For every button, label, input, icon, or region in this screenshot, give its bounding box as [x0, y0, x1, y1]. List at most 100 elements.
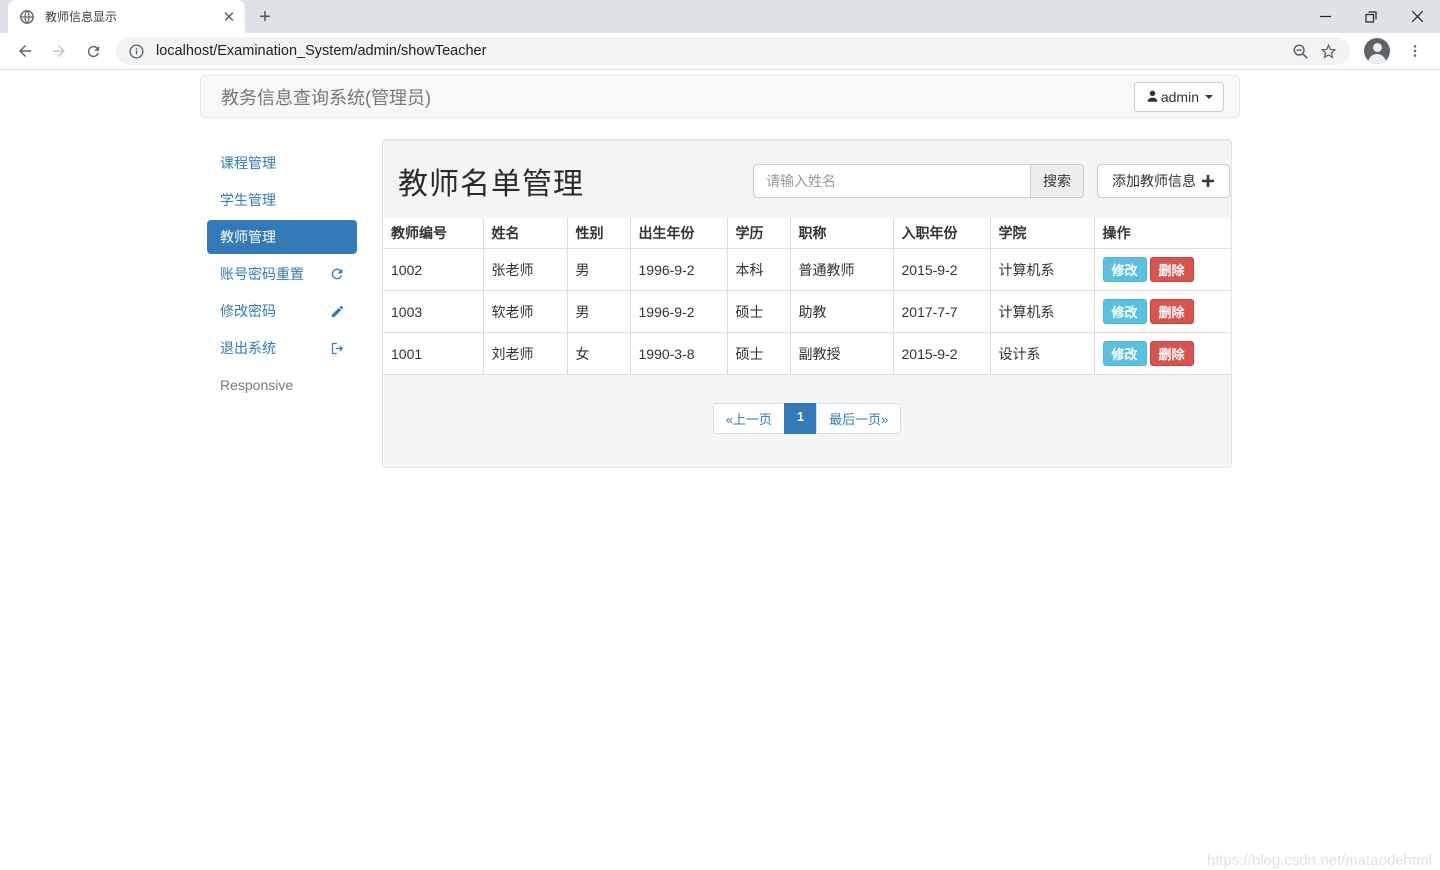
url-text[interactable]: localhost/Examination_System/admin/showT… [156, 43, 1292, 59]
browser-tab-bar: 教师信息显示 ✕ + [0, 0, 1440, 33]
top-navbar: 教务信息查询系统(管理员) admin [200, 75, 1240, 118]
pagination: «上一页 1 最后一页» [712, 403, 902, 434]
sidebar-item-teachers[interactable]: 教师管理 [207, 220, 357, 254]
forward-button[interactable] [45, 37, 73, 65]
table-cell: 男 [566, 248, 631, 291]
search-button[interactable]: 搜索 [1031, 164, 1084, 198]
table-cell: 张老师 [482, 248, 568, 291]
sidebar-item-label: 教师管理 [220, 229, 276, 245]
table-cell: 男 [566, 290, 631, 333]
window-close-button[interactable] [1394, 0, 1440, 33]
table-cell: 副教授 [789, 332, 894, 375]
table-cell: 1996-9-2 [629, 248, 728, 291]
caret-down-icon [1205, 94, 1213, 99]
back-button[interactable] [11, 37, 39, 65]
url-bar[interactable]: localhost/Examination_System/admin/showT… [116, 37, 1350, 65]
edit-button[interactable]: 修改 [1102, 299, 1147, 324]
column-header: 学历 [726, 218, 791, 249]
globe-favicon-icon [20, 9, 34, 24]
window-restore-button[interactable] [1348, 0, 1394, 33]
pencil-icon [330, 304, 345, 319]
table-row: 1002 张老师男 1996-9-2 本科 普通教师 2015-9-2 计算机系 修改 删除 [383, 248, 1231, 291]
teacher-table: 教师编号 姓名 性别 出生年份 学历 职称 入职年份 学院 操作 1002 张老师男 1996-9-… [383, 218, 1231, 375]
kebab-menu-icon [1413, 45, 1417, 57]
tab-title: 教师信息显示 [45, 10, 118, 24]
back-arrow-icon [19, 45, 31, 57]
close-icon [1411, 11, 1423, 22]
pagination-prev-button[interactable]: «上一页 [712, 403, 785, 434]
table-row: 1001 刘老师女 1990-3-8 硕士 副教授 2015-9-2 设计系 修改 删除 [383, 332, 1231, 375]
sidebar-nav: 课程管理学生管理教师管理账号密码重置 修改密码退出系统 Responsive [207, 139, 357, 468]
table-actions-cell: 修改 删除 [1093, 290, 1231, 333]
sign-out-icon [330, 341, 345, 356]
column-header: 操作 [1093, 218, 1231, 249]
page-title: 教师名单管理 [398, 168, 584, 201]
table-cell: 硕士 [726, 332, 791, 375]
reload-button[interactable] [79, 37, 107, 65]
table-cell: 普通教师 [789, 248, 894, 291]
pagination-last-button[interactable]: 最后一页» [816, 403, 902, 434]
table-row: 1003 软老师男 1996-9-2 硕士 助教 2017-7-7 计算机系 修改 删除 [383, 290, 1231, 333]
column-header: 学院 [989, 218, 1095, 249]
table-cell: 1003 [383, 290, 484, 333]
restore-icon [1365, 10, 1377, 23]
sidebar-item-courses[interactable]: 课程管理 [207, 146, 357, 180]
column-header: 职称 [789, 218, 894, 249]
sidebar-item-label: 账号密码重置 [220, 266, 304, 282]
page-info-icon[interactable] [129, 43, 144, 59]
table-cell: 2015-9-2 [892, 332, 991, 375]
zoom-out-icon[interactable] [1292, 43, 1309, 60]
edit-button[interactable]: 修改 [1102, 341, 1147, 366]
sidebar-item-students[interactable]: 学生管理 [207, 183, 357, 217]
table-cell: 设计系 [989, 332, 1095, 375]
sidebar-item-change-password[interactable]: 修改密码 [207, 294, 357, 328]
forward-arrow-icon [53, 45, 65, 57]
delete-button[interactable]: 删除 [1149, 257, 1194, 282]
browser-window: 教师信息显示 ✕ + localhost/Examination_System/… [0, 0, 1440, 70]
column-header: 入职年份 [892, 218, 991, 249]
column-header: 教师编号 [383, 218, 484, 249]
user-icon [1147, 90, 1158, 102]
window-minimize-button[interactable] [1302, 0, 1348, 33]
search-input[interactable] [753, 164, 1031, 198]
table-actions-cell: 修改 删除 [1093, 248, 1231, 291]
table-cell: 软老师 [482, 290, 568, 333]
table-cell: 计算机系 [989, 290, 1095, 333]
delete-button[interactable]: 删除 [1149, 299, 1194, 324]
table-header-row: 教师编号 姓名 性别 出生年份 学历 职称 入职年份 学院 操作 [383, 218, 1231, 249]
column-header: 性别 [566, 218, 631, 249]
edit-button[interactable]: 修改 [1102, 257, 1147, 282]
column-header: 出生年份 [629, 218, 728, 249]
sidebar-item-label: 修改密码 [220, 303, 276, 319]
add-teacher-label: 添加教师信息 [1112, 173, 1196, 189]
sidebar-item-label: 课程管理 [220, 155, 276, 171]
table-cell: 2017-7-7 [892, 290, 991, 333]
sidebar-item-reset-password[interactable]: 账号密码重置 [207, 257, 357, 291]
sidebar-item-logout[interactable]: 退出系统 [207, 331, 357, 365]
app-title: 教务信息查询系统(管理员) [221, 87, 431, 108]
plus-icon [1202, 175, 1214, 187]
table-cell: 计算机系 [989, 248, 1095, 291]
browser-menu-button[interactable] [1401, 37, 1429, 65]
table-cell: 本科 [726, 248, 791, 291]
delete-button[interactable]: 删除 [1149, 341, 1194, 366]
profile-avatar[interactable] [1364, 38, 1390, 64]
user-name: admin [1160, 88, 1199, 105]
new-tab-button[interactable]: + [251, 3, 279, 31]
table-cell: 1990-3-8 [629, 332, 728, 375]
watermark-text: https://blog.csdn.net/mataodehtml [1206, 852, 1432, 869]
add-teacher-button[interactable]: 添加教师信息 [1097, 164, 1230, 198]
reload-icon [87, 45, 99, 57]
tab-close-icon[interactable]: ✕ [221, 9, 237, 26]
column-header: 姓名 [482, 218, 568, 249]
table-cell: 2015-9-2 [892, 248, 991, 291]
refresh-icon [329, 266, 345, 282]
table-cell: 刘老师 [482, 332, 568, 375]
browser-tab[interactable]: 教师信息显示 ✕ [8, 0, 245, 33]
table-cell: 硕士 [726, 290, 791, 333]
bookmark-star-icon[interactable] [1319, 42, 1338, 61]
sidebar-item-label: Responsive [220, 377, 294, 393]
user-dropdown-button[interactable]: admin [1133, 81, 1224, 112]
search-group: 搜索 [753, 164, 1084, 198]
pagination-current-page[interactable]: 1 [783, 403, 818, 434]
